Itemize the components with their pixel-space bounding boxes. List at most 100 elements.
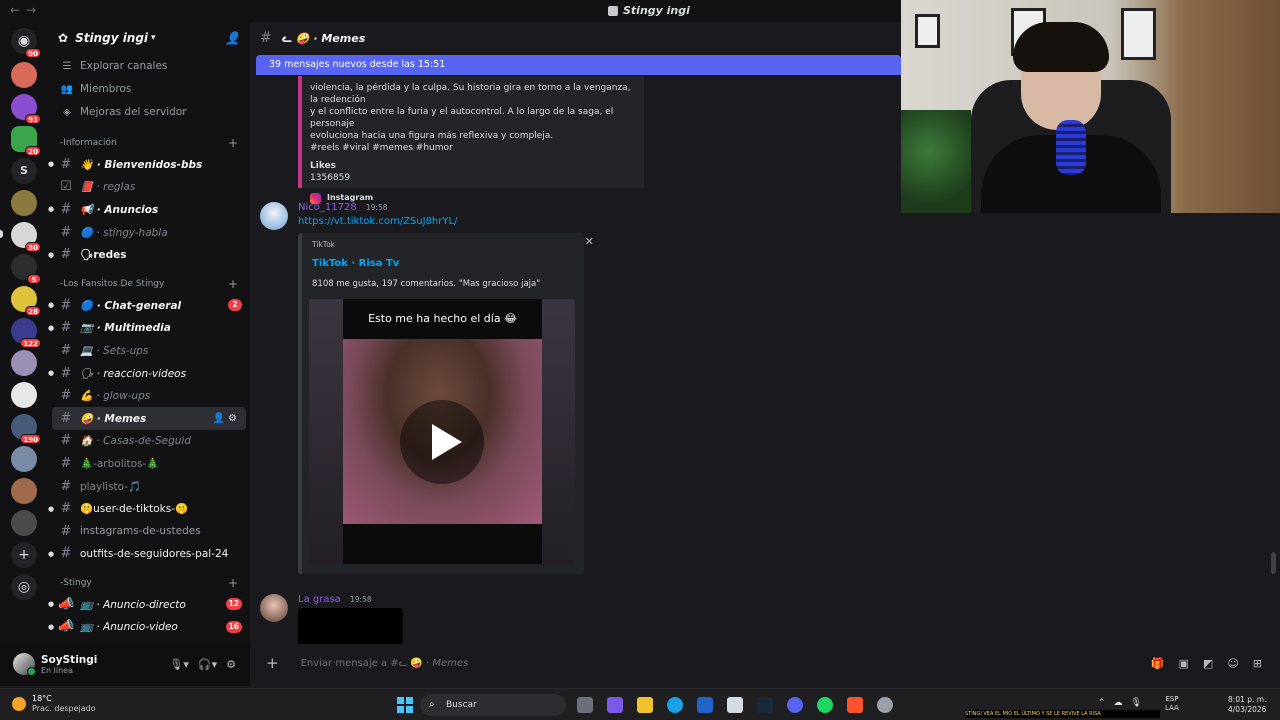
language-indicator[interactable]: ESP LAA [1165,695,1179,713]
hash-icon: # [260,30,272,46]
emoji-icon[interactable]: ☺ [1227,657,1238,670]
channel-reaccion-videos[interactable]: ● # 🗣 · reaccion-videos [48,362,250,385]
discover-icon[interactable]: ◎ [11,574,37,600]
channel-instagrams[interactable]: # instagrams-de-ustedes [48,520,250,543]
server-icon[interactable] [11,190,37,216]
category-informacion[interactable]: -Información + [48,133,250,153]
avatar[interactable] [260,202,288,230]
embed-title[interactable]: TikTok · Risa Tv [312,258,574,269]
server-icon[interactable] [11,446,37,472]
channel-settings-icons[interactable]: 👤⚙ [213,413,240,424]
copilot-icon[interactable] [607,697,623,713]
server-icon[interactable]: 28 [11,286,41,316]
windows-start-icon[interactable] [397,697,413,713]
server-letter-icon[interactable]: S [11,158,37,184]
chevron-up-icon[interactable]: ⌃ [1098,698,1106,708]
unread-dot: ● [48,160,55,169]
message-author[interactable]: Nico_11728 [298,202,357,213]
weather-icon [12,696,26,711]
channel-sets-ups[interactable]: # 💻 · Sets-ups [48,339,250,362]
server-icon[interactable] [11,62,37,88]
steam-icon[interactable] [757,697,773,713]
members[interactable]: 👥 Miembros [48,78,250,100]
channel-memes-active[interactable]: # 🤪 · Memes 👤⚙ [52,406,246,430]
new-messages-bar[interactable]: 39 mensajes nuevos desde las 15:51 [256,55,901,75]
taskbar-search[interactable]: ⌕ Buscar [420,694,566,716]
channel-anuncios[interactable]: ● # 📢 · Anuncios [48,198,250,221]
add-attachment-icon[interactable]: + [266,654,279,672]
image-attachment[interactable] [298,608,403,644]
server-header[interactable]: ✿ Stingy ingi ▾ 👤 [48,22,250,54]
server-icon[interactable]: 190 [11,414,41,444]
channel-reglas[interactable]: ☑ 📕 · reglas [48,176,250,199]
network-icon[interactable]: ☁ [1114,698,1123,708]
selected-server-pill [0,230,3,238]
mic-tray-icon[interactable]: 🎙 [1131,698,1142,708]
channel-outfits[interactable]: ● # outfits-de-seguidores-pal-24 [48,543,250,566]
channel-title: ᓚ 🤪 · Memes [281,31,366,45]
video-caption: Esto me ha hecho el día 😂 [343,299,542,339]
server-icon[interactable] [11,382,37,408]
obs-icon[interactable] [877,697,893,713]
add-channel-icon[interactable]: + [228,136,238,150]
server-icon[interactable]: 5 [11,254,41,284]
apps-icon[interactable]: ⊞ [1253,657,1262,670]
add-channel-icon[interactable]: + [228,277,238,291]
channel-anuncio-directo[interactable]: ● 📣 📺 · Anuncio-directo 12 [48,593,250,616]
channel-redes[interactable]: ● # 🗣redes [48,243,250,266]
file-explorer-icon[interactable] [637,697,653,713]
category-fansitos[interactable]: -Los Fansitos De Stingy + [48,274,250,294]
shush-emoji: 🤫 [175,503,189,516]
server-icon[interactable]: 20 [11,126,41,156]
gift-icon[interactable]: 🎁 [1151,657,1165,670]
scrollbar[interactable] [1271,552,1276,574]
server-icon[interactable]: 91 [11,94,41,124]
back-forward-icons[interactable]: ←→ [10,3,42,17]
explore-channels[interactable]: ☰ Explorar canales [48,55,250,77]
task-view-icon[interactable] [577,697,593,713]
direct-messages-icon[interactable]: ◉ 90 [11,28,41,58]
settings-icon[interactable]: ⚙ [226,658,236,671]
channel-casas[interactable]: # 🏠 · Casas-de-Seguid [48,430,250,453]
server-icon[interactable] [11,350,37,376]
channel-arbolitos[interactable]: # 🎄-arbolitos-🎄 [48,452,250,475]
discord-icon[interactable] [787,697,803,713]
channel-anuncio-video[interactable]: ● 📣 📺 · Anuncio-video 16 [48,616,250,639]
server-icon[interactable] [11,478,37,504]
message-link[interactable]: https://vt.tiktok.com/ZSuJ8hrYL/ [298,216,457,227]
weather-widget[interactable]: 18°C Prac. despejado [12,694,96,713]
headphones-icon[interactable]: 🎧▾ [198,658,217,671]
edge-icon[interactable] [667,697,683,713]
outlook-icon[interactable] [697,697,713,713]
server-icon[interactable]: 122 [11,318,41,348]
microphone-icon[interactable]: 🎙▾ [169,658,189,671]
server-boosts[interactable]: ◈ Mejoras del servidor [48,101,250,123]
gif-icon[interactable]: ▣ [1179,657,1189,670]
play-icon[interactable] [400,400,484,484]
channel-user-de-tiktoks[interactable]: ● # 🤫user-de-tiktoks-🤫 [48,497,250,520]
avatar[interactable] [13,653,36,676]
message-composer[interactable]: + Enviar mensaje a #ᓚ 🤪 · Memes 🎁 ▣ ◩ ☺ … [258,648,1272,678]
server-icon[interactable]: 30 [11,222,41,252]
channel-chat-general[interactable]: ● # 🔵 · Chat-general 2 [48,294,250,317]
channel-glow-ups[interactable]: # 💪 · glow-ups [48,384,250,407]
brave-icon[interactable] [847,697,863,713]
invite-icon[interactable]: 👤 [225,31,240,45]
clock[interactable]: 8:01 p. m. 4/03/2026 [1228,695,1266,715]
add-channel-icon[interactable]: + [228,576,238,590]
video-player[interactable]: Esto me ha hecho el día 😂 [309,299,575,564]
message-author[interactable]: La grasa [298,594,341,605]
close-icon[interactable]: ✕ [585,235,594,248]
avatar[interactable] [260,594,288,622]
store-icon[interactable] [727,697,743,713]
category-stingy[interactable]: -Stingy + [48,573,250,593]
channel-multimedia[interactable]: ● # 📷 · Multimedia [48,317,250,340]
spotify-icon[interactable] [817,697,833,713]
server-icon[interactable] [11,510,37,536]
add-server-icon[interactable]: + [11,542,37,568]
channel-bienvenidos[interactable]: ● # 👋 · Bienvenidos-bbs [48,153,250,176]
message-input[interactable]: Enviar mensaje a #ᓚ 🤪 · Memes [301,658,469,669]
sticker-icon[interactable]: ◩ [1203,657,1213,670]
channel-playlisto[interactable]: # playlisto-🎵 [48,475,250,498]
channel-stingy-habla[interactable]: # 🔵 · stingy-habla [48,221,250,244]
